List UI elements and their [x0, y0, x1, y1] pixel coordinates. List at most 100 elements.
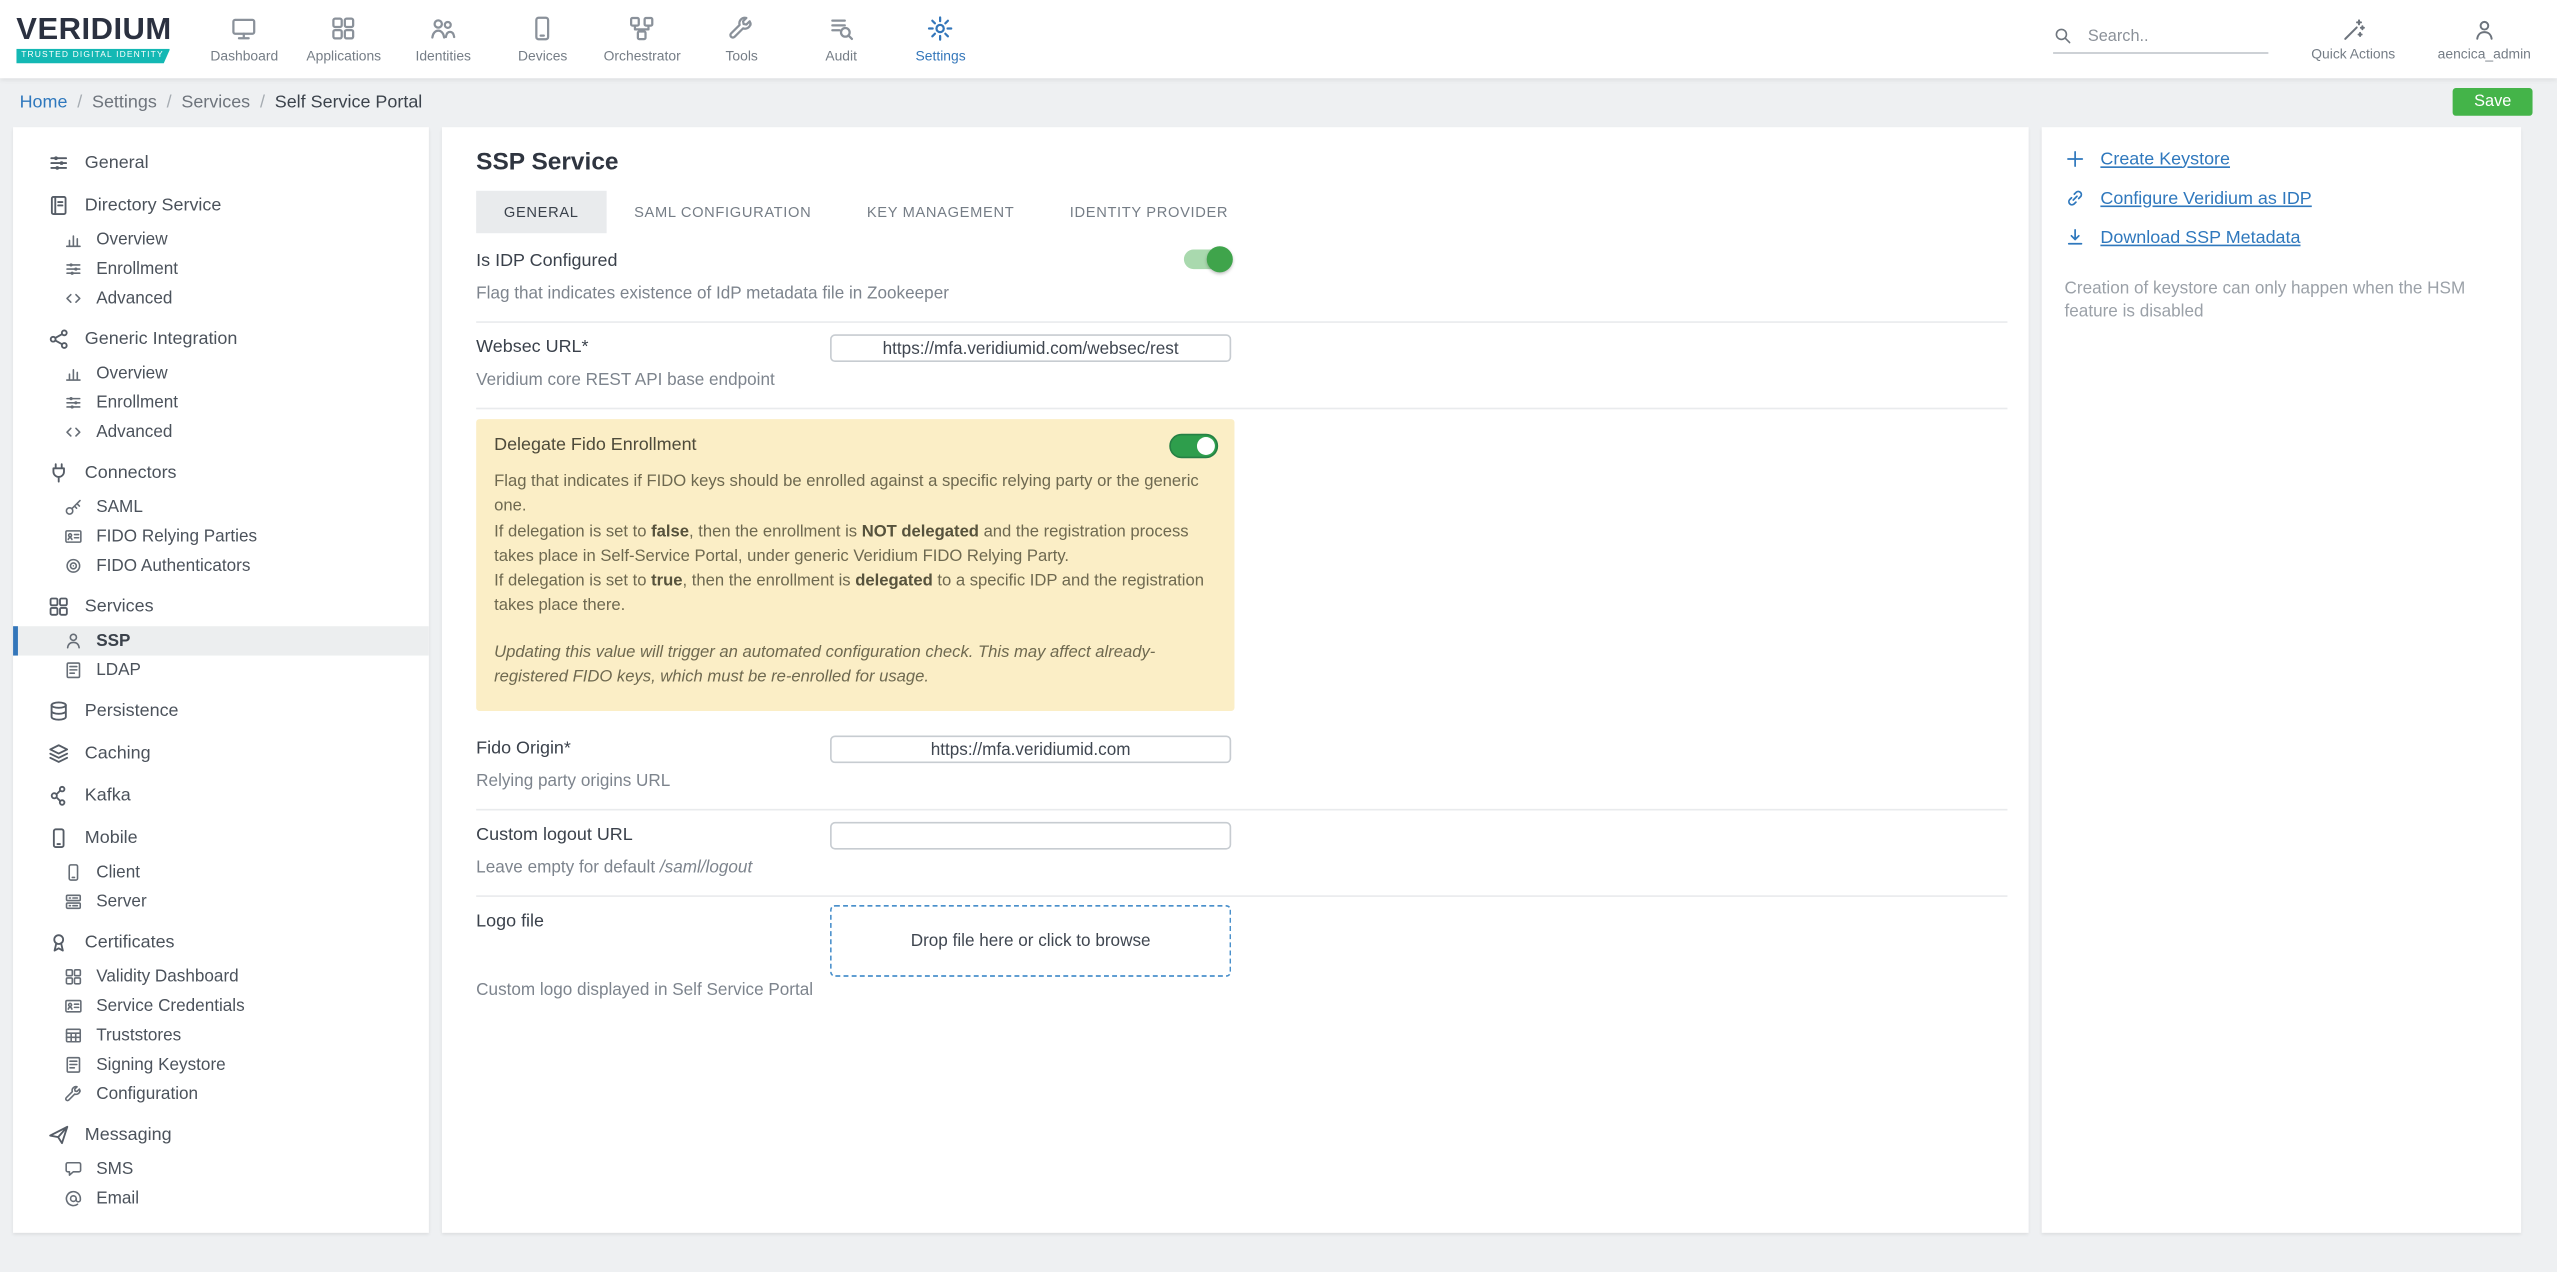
breadcrumb-item-services[interactable]: Services — [181, 93, 250, 113]
tab-key-management[interactable]: KEY MANAGEMENT — [839, 191, 1042, 233]
kafka-icon — [47, 784, 70, 807]
nav-item-orchestrator[interactable]: Orchestrator — [592, 15, 691, 64]
at-icon — [64, 1189, 84, 1209]
sidebar-item-caching[interactable]: Caching — [13, 737, 429, 770]
link-label: Configure Veridium as IDP — [2100, 188, 2312, 208]
sidebar-item-advanced[interactable]: Advanced — [13, 284, 429, 313]
sidebar-item-label: Overview — [96, 229, 168, 250]
is-idp-configured-toggle[interactable] — [1183, 246, 1233, 273]
phone-icon — [64, 863, 84, 883]
field-label: Delegate Fido Enrollment — [494, 435, 697, 455]
sidebar-item-fido-relying-parties[interactable]: FIDO Relying Parties — [13, 522, 429, 551]
grid-icon — [330, 15, 358, 43]
phone-icon — [529, 15, 557, 43]
layers-icon — [47, 742, 70, 765]
sidebar-item-label: Certificates — [84, 932, 175, 953]
code-icon — [64, 289, 84, 309]
breadcrumb-item-settings[interactable]: Settings — [92, 93, 157, 113]
people-icon — [429, 15, 457, 43]
tab-saml-configuration[interactable]: SAML CONFIGURATION — [606, 191, 839, 233]
plus-icon — [2065, 148, 2086, 169]
sidebar-item-email[interactable]: Email — [13, 1184, 429, 1213]
sidebar-item-validity-dashboard[interactable]: Validity Dashboard — [13, 962, 429, 991]
sidebar-item-enrollment[interactable]: Enrollment — [13, 388, 429, 417]
sidebar-item-truststores[interactable]: Truststores — [13, 1021, 429, 1050]
field-description: Leave empty for default /saml/logout — [476, 858, 753, 878]
link-download-ssp-metadata[interactable]: Download SSP Metadata — [2065, 227, 2499, 248]
actions-panel: Create Keystore Configure Veridium as IDP… — [2041, 127, 2522, 1233]
field-description: Flag that indicates existence of IdP met… — [476, 283, 949, 304]
sidebar-item-mobile[interactable]: Mobile — [13, 822, 429, 855]
sidebar-item-ldap[interactable]: LDAP — [13, 656, 429, 685]
sidebar-item-sms[interactable]: SMS — [13, 1155, 429, 1184]
logo-title: VERIDIUM — [16, 13, 172, 48]
custom-logout-url-input[interactable] — [830, 822, 1232, 851]
breadcrumb-separator: / — [166, 92, 172, 113]
sidebar-item-fido-authenticators[interactable]: FIDO Authenticators — [13, 551, 429, 580]
sidebar-item-overview[interactable]: Overview — [13, 225, 429, 254]
table-icon — [64, 1026, 84, 1046]
sidebar-item-label: Advanced — [96, 422, 173, 442]
cert-icon — [47, 931, 70, 954]
delegate-fido-toggle[interactable] — [1169, 433, 1219, 459]
sidebar-item-configuration[interactable]: Configuration — [13, 1080, 429, 1109]
sidebar-item-messaging[interactable]: Messaging — [13, 1119, 429, 1152]
tab-identity-provider[interactable]: IDENTITY PROVIDER — [1042, 191, 1256, 233]
nav-right: Quick Actions aencica_admin — [2053, 17, 2531, 61]
flow-icon — [628, 15, 656, 43]
page-title: SSP Service — [476, 148, 619, 177]
sidebar-item-general[interactable]: General — [13, 147, 429, 180]
sidebar-item-generic-integration[interactable]: Generic Integration — [13, 323, 429, 356]
sidebar-item-directory-service[interactable]: Directory Service — [13, 189, 429, 222]
main-nav: Dashboard Applications Identities Devices Or… — [195, 0, 991, 78]
quick-actions-label: Quick Actions — [2311, 44, 2396, 62]
tab-general[interactable]: GENERAL — [476, 190, 607, 234]
sliders-icon — [64, 393, 84, 413]
sidebar-item-label: Messaging — [84, 1125, 172, 1145]
sidebar-item-label: Configuration — [96, 1084, 199, 1105]
nav-item-label: Audit — [825, 47, 857, 64]
tools-icon — [728, 15, 756, 43]
save-button[interactable]: Save — [2452, 88, 2533, 116]
sidebar-item-service-credentials[interactable]: Service Credentials — [13, 991, 429, 1020]
sidebar-item-client[interactable]: Client — [13, 858, 429, 887]
nav-item-applications[interactable]: Applications — [294, 15, 393, 64]
nav-item-tools[interactable]: Tools — [692, 15, 791, 64]
sidebar-item-saml[interactable]: SAML — [13, 492, 429, 521]
sidebar-item-enrollment[interactable]: Enrollment — [13, 254, 429, 283]
sidebar-item-advanced[interactable]: Advanced — [13, 417, 429, 446]
logo-file-dropzone[interactable]: Drop file here or click to browse — [830, 905, 1232, 978]
nav-item-dashboard[interactable]: Dashboard — [195, 15, 294, 64]
websec-url-input[interactable] — [830, 334, 1232, 363]
field-label: Custom logout URL — [476, 825, 633, 846]
search-input[interactable] — [2084, 25, 2255, 47]
sidebar-item-label: Generic Integration — [84, 329, 238, 349]
fido-origin-input[interactable] — [830, 736, 1232, 764]
link-configure-veridium-as-idp[interactable]: Configure Veridium as IDP — [2065, 188, 2499, 209]
user-menu[interactable]: aencica_admin — [2438, 17, 2531, 61]
sidebar-item-label: Enrollment — [96, 259, 179, 279]
nav-item-devices[interactable]: Devices — [493, 15, 592, 64]
sidebar-item-certificates[interactable]: Certificates — [13, 926, 429, 959]
gear-icon — [927, 15, 955, 43]
sidebar-item-overview[interactable]: Overview — [13, 359, 429, 388]
sidebar-item-ssp[interactable]: SSP — [13, 626, 429, 656]
nav-item-audit[interactable]: Audit — [791, 15, 890, 64]
veridium-logo[interactable]: VERIDIUM TRUSTED DIGITAL IDENTITY — [16, 15, 171, 63]
sidebar-item-services[interactable]: Services — [13, 590, 429, 623]
quick-actions-button[interactable]: Quick Actions — [2311, 17, 2395, 61]
sidebar-item-label: Connectors — [84, 463, 177, 483]
sidebar-item-persistence[interactable]: Persistence — [13, 695, 429, 728]
sidebar-item-connectors[interactable]: Connectors — [13, 457, 429, 490]
breadcrumb-item-home[interactable]: Home — [20, 93, 68, 113]
nav-item-identities[interactable]: Identities — [393, 15, 492, 64]
sidebar-item-label: Advanced — [96, 288, 173, 309]
plug-icon — [47, 461, 70, 484]
sidebar-item-kafka[interactable]: Kafka — [13, 779, 429, 812]
nav-item-label: Tools — [725, 47, 758, 64]
sidebar-item-signing-keystore[interactable]: Signing Keystore — [13, 1050, 429, 1079]
sidebar-item-server[interactable]: Server — [13, 887, 429, 916]
link-create-keystore[interactable]: Create Keystore — [2065, 148, 2499, 169]
nav-item-settings[interactable]: Settings — [891, 15, 990, 64]
field-description: Custom logo displayed in Self Service Po… — [476, 980, 814, 1001]
